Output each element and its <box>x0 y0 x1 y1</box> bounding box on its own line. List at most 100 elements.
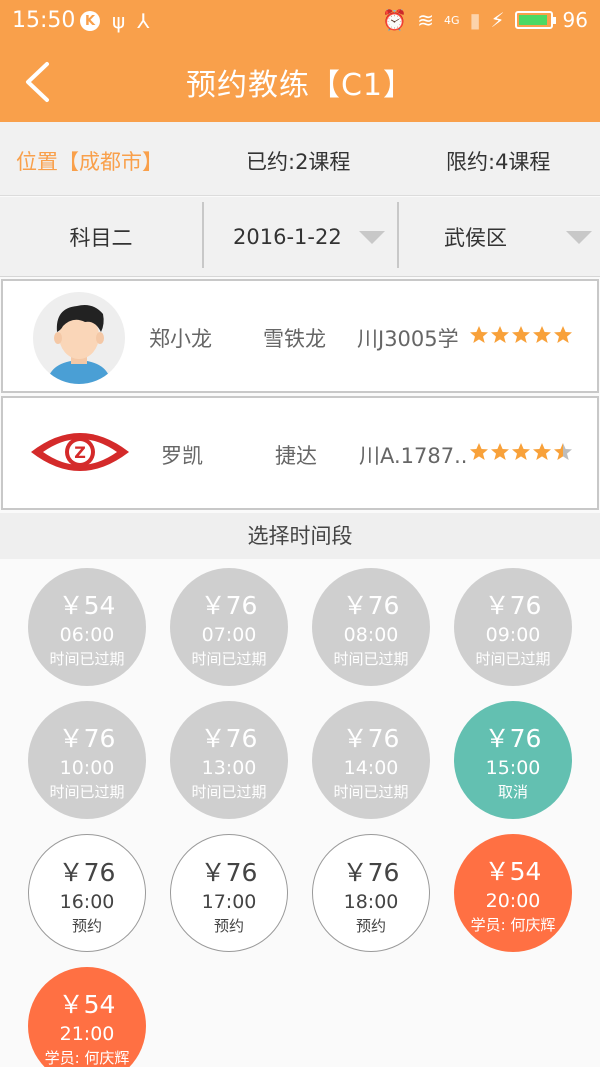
network-label: 4G <box>443 13 460 27</box>
time-slot[interactable]: ￥54 20:00 学员: 何庆辉 <box>454 834 572 952</box>
star-icon <box>470 443 488 460</box>
filter-bar: 科目二 2016-1-22 武侯区 <box>0 197 600 277</box>
subject-filter[interactable]: 科目二 <box>0 197 202 277</box>
slot-time: 13:00 <box>201 757 257 779</box>
slot-time: 08:00 <box>343 624 399 646</box>
signal-icon: ▮ <box>469 8 481 32</box>
slot-price: ￥76 <box>484 591 542 620</box>
time-slot[interactable]: ￥54 21:00 学员: 何庆辉 <box>28 967 146 1067</box>
slot-status: 预约 <box>213 917 244 935</box>
page-title: 预约教练【C1】 <box>185 68 415 103</box>
rating-stars <box>469 442 573 462</box>
rating-stars <box>469 325 573 345</box>
star-icon <box>554 443 572 460</box>
slot-status: 学员: 何庆辉 <box>470 916 556 934</box>
star-icon <box>491 326 509 343</box>
slot-price: ￥76 <box>58 724 116 753</box>
battery-icon <box>514 11 556 29</box>
slot-status: 时间已过期 <box>191 783 267 801</box>
section-title: 选择时间段 <box>0 513 600 559</box>
slot-price: ￥76 <box>484 724 542 753</box>
share-icon: ⅄ <box>137 9 150 33</box>
svg-text:Z: Z <box>74 443 86 462</box>
time-slot: ￥76 10:00 时间已过期 <box>28 701 146 819</box>
slot-price: ￥54 <box>484 857 542 886</box>
avatar <box>33 292 125 384</box>
slot-price: ￥76 <box>58 858 116 887</box>
time-slot[interactable]: ￥76 18:00 预约 <box>312 834 430 952</box>
slot-price: ￥76 <box>200 858 258 887</box>
alarm-icon: ⏰ <box>382 8 408 32</box>
slot-status: 时间已过期 <box>49 783 125 801</box>
date-filter-label: 2016-1-22 <box>233 225 342 249</box>
time-slot[interactable]: ￥76 17:00 预约 <box>170 834 288 952</box>
star-icon <box>491 443 509 460</box>
slot-price: ￥76 <box>342 858 400 887</box>
driving-school-logo: Z <box>29 420 131 484</box>
star-icon <box>512 326 530 343</box>
wifi-icon: ≋ <box>417 8 434 32</box>
slot-price: ￥54 <box>58 591 116 620</box>
district-filter-label: 武侯区 <box>444 226 507 250</box>
chevron-down-icon <box>359 231 385 244</box>
status-time: 15:50 <box>12 8 76 33</box>
location-selector[interactable]: 位置【成都市】 <box>16 146 163 176</box>
eye-logo-icon: Z <box>31 433 129 471</box>
battery-level: 96 <box>562 8 588 32</box>
time-slot: ￥54 06:00 时间已过期 <box>28 568 146 686</box>
slot-status: 取消 <box>497 783 528 801</box>
time-slot[interactable]: ￥76 15:00 取消 <box>454 701 572 819</box>
star-icon <box>470 326 488 343</box>
slot-status: 预约 <box>71 917 102 935</box>
status-bar: 15:50 K ψ ⅄ ⏰ ≋ 4G ▮ ⚡ 96 <box>0 0 600 42</box>
slot-status: 时间已过期 <box>49 650 125 668</box>
user-avatar-icon <box>47 305 111 384</box>
coach-name: 郑小龙 <box>149 327 212 351</box>
slot-time: 15:00 <box>485 757 541 779</box>
slot-time: 21:00 <box>59 1023 115 1045</box>
star-icon <box>554 326 572 343</box>
slot-price: ￥76 <box>342 591 400 620</box>
time-slot[interactable]: ￥76 16:00 预约 <box>28 834 146 952</box>
chevron-down-icon <box>566 231 592 244</box>
booked-count: 已约:2课程 <box>246 150 351 174</box>
time-slot: ￥76 13:00 时间已过期 <box>170 701 288 819</box>
coach-card[interactable]: 郑小龙 雪铁龙 川J3005学 <box>1 279 599 393</box>
subject-filter-label: 科目二 <box>69 226 133 250</box>
slot-status: 时间已过期 <box>475 650 551 668</box>
k-badge-icon: K <box>80 11 100 31</box>
slot-time: 10:00 <box>59 757 115 779</box>
slot-price: ￥76 <box>200 724 258 753</box>
info-bar: 位置【成都市】 已约:2课程 限约:4课程 <box>0 122 600 196</box>
slot-time: 07:00 <box>201 624 257 646</box>
slot-price: ￥76 <box>200 591 258 620</box>
slot-time: 16:00 <box>59 891 115 913</box>
coach-car: 雪铁龙 <box>263 327 326 351</box>
slot-time: 18:00 <box>343 891 399 913</box>
slot-status: 时间已过期 <box>333 783 409 801</box>
date-filter[interactable]: 2016-1-22 <box>203 197 397 277</box>
coach-plate: 川A.1787.. <box>359 444 468 468</box>
coach-name: 罗凯 <box>161 444 203 468</box>
coach-car: 捷达 <box>275 444 317 468</box>
star-icon <box>512 443 530 460</box>
time-slot: ￥76 09:00 时间已过期 <box>454 568 572 686</box>
booking-limit: 限约:4课程 <box>446 150 551 174</box>
usb-icon: ψ <box>112 9 126 33</box>
slot-price: ￥76 <box>342 724 400 753</box>
star-icon <box>533 443 551 460</box>
time-slot: ￥76 08:00 时间已过期 <box>312 568 430 686</box>
charging-icon: ⚡ <box>490 8 505 32</box>
coach-card[interactable]: Z 罗凯 捷达 川A.1787.. <box>1 396 599 510</box>
slot-time: 20:00 <box>485 890 541 912</box>
star-icon <box>533 326 551 343</box>
slot-time: 17:00 <box>201 891 257 913</box>
slot-time: 14:00 <box>343 757 399 779</box>
slot-time: 09:00 <box>485 624 541 646</box>
slot-status: 时间已过期 <box>191 650 267 668</box>
coach-plate: 川J3005学 <box>357 327 459 351</box>
time-slot: ￥76 07:00 时间已过期 <box>170 568 288 686</box>
district-filter[interactable]: 武侯区 <box>398 197 600 277</box>
slot-status: 时间已过期 <box>333 650 409 668</box>
slot-status: 预约 <box>355 917 386 935</box>
